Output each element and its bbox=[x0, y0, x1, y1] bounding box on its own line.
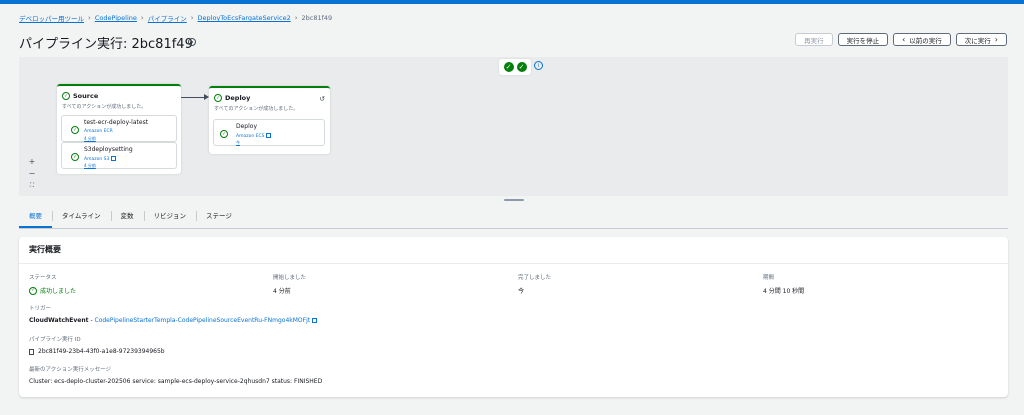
resize-handle[interactable] bbox=[504, 199, 524, 201]
status-value: 成功しました bbox=[40, 288, 77, 295]
top-accent-bar bbox=[0, 0, 1024, 4]
tab-stages[interactable]: ステージ bbox=[196, 210, 242, 228]
previous-execution-button[interactable]: ‹ 以前の実行 bbox=[893, 33, 951, 46]
action-card[interactable]: ✓ Deploy Amazon ECS 今 bbox=[213, 119, 325, 146]
stage-source: ✓ Source すべてのアクションが成功しました。 ✓ test-ecr-de… bbox=[57, 84, 181, 174]
trigger-label: トリガー bbox=[29, 306, 52, 312]
trigger-type: CloudWatchEvent bbox=[29, 317, 89, 324]
stage-status-text: すべてのアクションが成功しました。 bbox=[62, 104, 147, 110]
panel-header: 実行概要 bbox=[19, 237, 1008, 264]
breadcrumb-developer-tools[interactable]: デベロッパー用ツール bbox=[19, 13, 84, 23]
breadcrumb-separator-icon: › bbox=[294, 14, 298, 22]
trigger-rule-link[interactable]: CodePipelineStarterTempla-CodePipelineSo… bbox=[95, 317, 311, 324]
external-link-icon[interactable] bbox=[266, 133, 272, 138]
stage-name: Source bbox=[73, 92, 99, 100]
action-time-link[interactable]: 今 bbox=[236, 140, 240, 146]
zoom-in-icon[interactable]: + bbox=[27, 157, 37, 167]
completed-label: 完了しました bbox=[518, 275, 552, 281]
breadcrumb: デベロッパー用ツール › CodePipeline › パイプライン › Dep… bbox=[19, 13, 332, 23]
zoom-controls: + − ⛶ bbox=[27, 157, 37, 191]
success-check-icon: ✓ bbox=[71, 126, 79, 134]
success-check-icon: ✓ bbox=[503, 62, 514, 72]
settings-gear-icon[interactable] bbox=[188, 38, 196, 46]
external-link-icon[interactable] bbox=[312, 318, 318, 323]
execution-id-field: パイプライン実行 ID 2bc81f49-23b4-43f0-a1e8-9723… bbox=[29, 335, 165, 355]
tab-bar: 概要 タイムライン 変数 リビジョン ステージ bbox=[19, 210, 1008, 229]
action-card[interactable]: ✓ test-ecr-deploy-latest Amazon ECR 4 分前 bbox=[61, 115, 177, 142]
execution-summary-panel: 実行概要 ステータス ✓ 成功しました 開始しました 4 分前 完了しました 今… bbox=[19, 237, 1008, 397]
duration-field: 期間 4 分間 10 秒間 bbox=[763, 273, 804, 295]
execution-id-value: 2bc81f49-23b4-43f0-a1e8-97239394965b bbox=[38, 348, 165, 355]
completed-field: 完了しました 今 bbox=[518, 273, 551, 295]
success-check-icon: ✓ bbox=[516, 62, 527, 72]
stage-name: Deploy bbox=[225, 94, 251, 102]
header-actions: 再実行 実行を停止 ‹ 以前の実行 次に実行 › bbox=[795, 33, 1007, 46]
pipeline-diagram-canvas[interactable]: ✓ ✓ i ✓ Source すべてのアクションが成功しました。 ✓ test-… bbox=[19, 57, 1008, 196]
action-provider: Amazon ECR bbox=[84, 129, 113, 134]
duration-label: 期間 bbox=[763, 275, 775, 281]
completed-value: 今 bbox=[518, 288, 525, 295]
next-execution-button[interactable]: 次に実行 › bbox=[955, 33, 1007, 46]
chevron-left-icon: ‹ bbox=[902, 35, 906, 44]
success-check-icon: ✓ bbox=[220, 130, 228, 138]
started-field: 開始しました 4 分前 bbox=[273, 273, 306, 295]
tab-overview[interactable]: 概要 bbox=[19, 210, 52, 228]
success-check-icon: ✓ bbox=[71, 153, 79, 161]
action-provider-label: Amazon S3 bbox=[84, 157, 110, 162]
latest-message-field: 最新のアクション実行メッセージ Cluster: ecs-deplo-clust… bbox=[29, 365, 322, 385]
action-provider-label: Amazon ECS bbox=[236, 134, 265, 139]
breadcrumb-separator-icon: › bbox=[140, 14, 144, 22]
tab-revisions[interactable]: リビジョン bbox=[143, 210, 197, 228]
fit-view-icon[interactable]: ⛶ bbox=[27, 181, 37, 191]
duration-value: 4 分間 10 秒間 bbox=[763, 288, 805, 295]
info-icon[interactable]: i bbox=[534, 61, 543, 70]
stage-status-text: すべてのアクションが成功しました。 bbox=[214, 106, 299, 112]
breadcrumb-current: 2bc81f49 bbox=[301, 14, 333, 22]
action-name: S3deploysetting bbox=[84, 146, 133, 153]
breadcrumb-pipeline-name[interactable]: DeployToEcsFargateService2 bbox=[198, 14, 291, 22]
status-field: ステータス ✓ 成功しました bbox=[29, 273, 76, 295]
latest-message-label: 最新のアクション実行メッセージ bbox=[29, 367, 112, 373]
page-title: パイプライン実行: 2bc81f49 bbox=[19, 37, 193, 52]
action-name: Deploy bbox=[236, 123, 258, 130]
latest-message-value: Cluster: ecs-deplo-cluster-202506 servic… bbox=[29, 378, 323, 385]
previous-execution-label: 以前の実行 bbox=[909, 36, 942, 45]
breadcrumb-separator-icon: › bbox=[190, 14, 194, 22]
action-name: test-ecr-deploy-latest bbox=[84, 119, 149, 126]
status-label: ステータス bbox=[29, 275, 57, 281]
breadcrumb-separator-icon: › bbox=[88, 14, 91, 22]
tab-variables[interactable]: 変数 bbox=[110, 210, 144, 228]
stop-execution-button[interactable]: 実行を停止 bbox=[837, 33, 889, 46]
external-link-icon[interactable] bbox=[111, 156, 117, 161]
action-provider: Amazon S3 bbox=[84, 156, 117, 162]
action-provider: Amazon ECS bbox=[236, 133, 272, 139]
copy-icon[interactable] bbox=[29, 348, 34, 355]
success-check-icon: ✓ bbox=[214, 94, 222, 102]
chevron-right-icon: › bbox=[994, 35, 998, 44]
execution-status-indicator: ✓ ✓ bbox=[499, 59, 531, 75]
started-label: 開始しました bbox=[273, 275, 307, 281]
execution-id-label: パイプライン実行 ID bbox=[29, 337, 81, 343]
zoom-out-icon[interactable]: − bbox=[27, 169, 37, 179]
transition-arrow bbox=[181, 97, 206, 98]
retry-button[interactable]: 再実行 bbox=[795, 33, 833, 46]
success-check-icon: ✓ bbox=[29, 286, 37, 295]
tab-timeline[interactable]: タイムライン bbox=[52, 210, 111, 228]
started-value: 4 分前 bbox=[273, 288, 291, 295]
success-check-icon: ✓ bbox=[62, 92, 70, 100]
stage-deploy: ✓ Deploy ↺ すべてのアクションが成功しました。 ✓ Deploy Am… bbox=[209, 86, 330, 154]
action-card[interactable]: ✓ S3deploysetting Amazon S3 4 分前 bbox=[61, 142, 177, 169]
retry-stage-icon[interactable]: ↺ bbox=[319, 95, 325, 103]
next-execution-label: 次に実行 bbox=[964, 36, 991, 45]
trigger-field: トリガー CloudWatchEvent - CodePipelineStart… bbox=[29, 304, 318, 324]
breadcrumb-pipelines[interactable]: パイプライン bbox=[148, 13, 187, 23]
action-time-link[interactable]: 4 分前 bbox=[84, 163, 96, 169]
breadcrumb-codepipeline[interactable]: CodePipeline bbox=[95, 14, 137, 22]
